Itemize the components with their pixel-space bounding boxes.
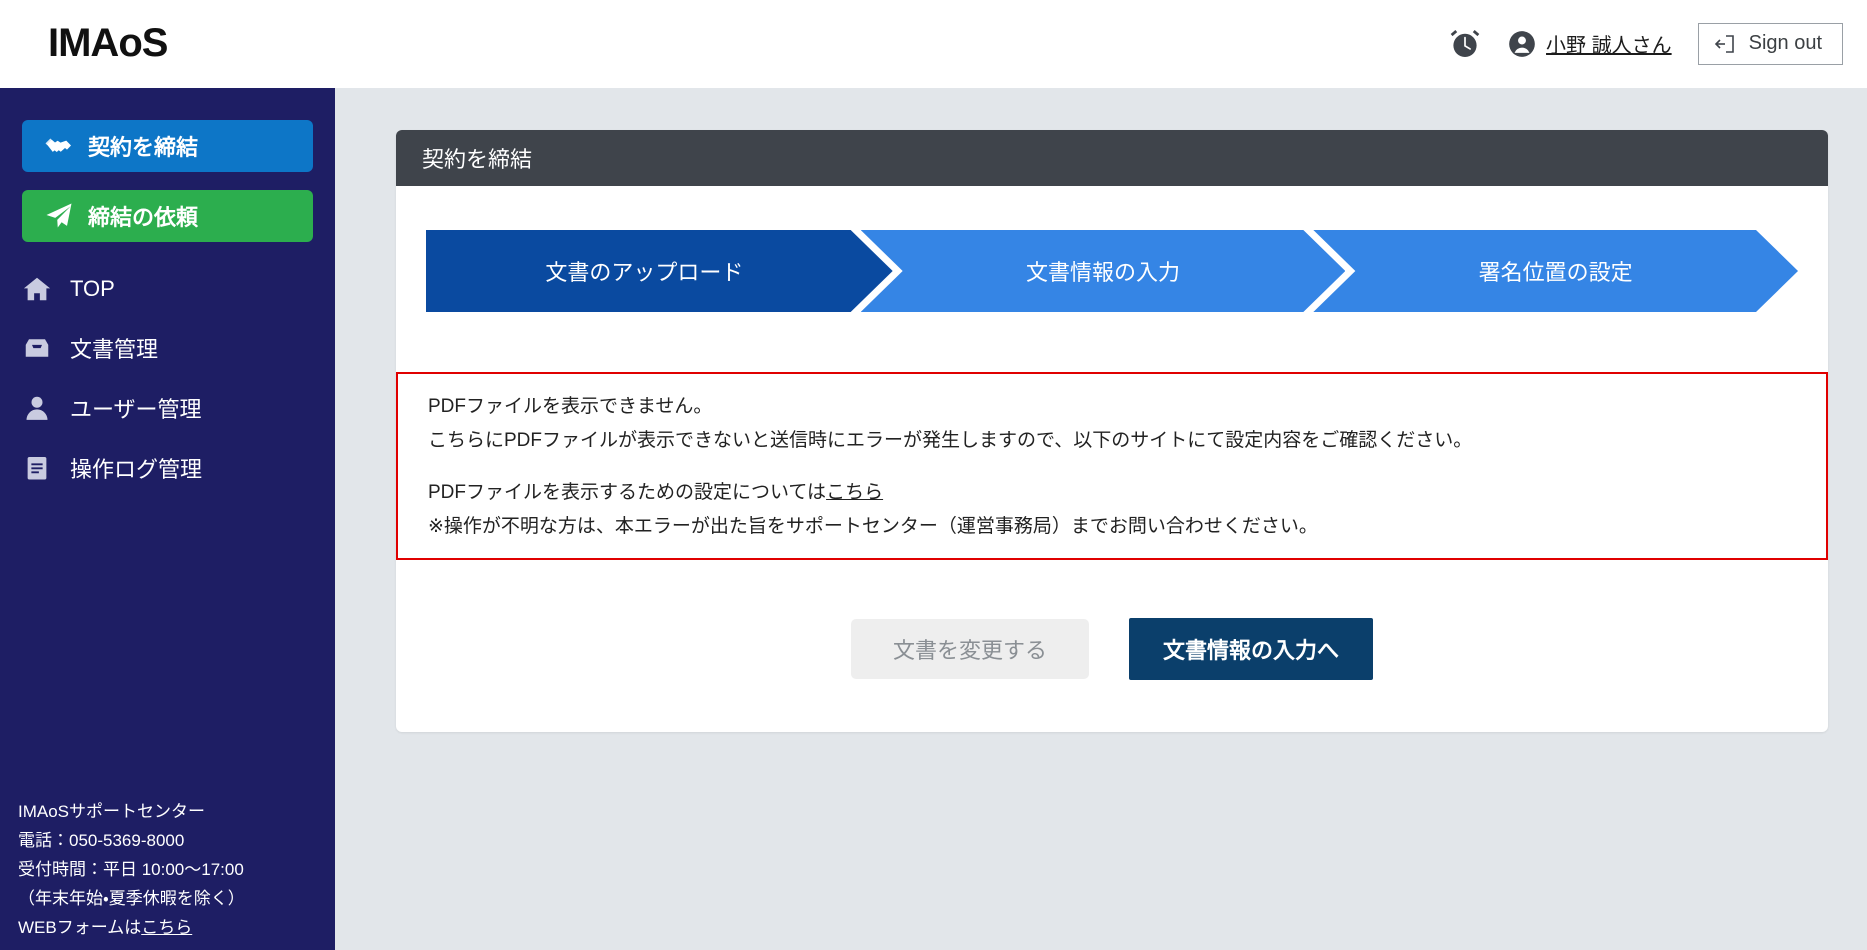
step-label: 署名位置の設定: [1479, 255, 1633, 287]
sidebar-item-top[interactable]: TOP: [0, 260, 335, 318]
main-content: 契約を締結 文書のアップロード 文書情報の入力 署名位置の設定 PDFファイルを…: [335, 88, 1867, 950]
app-header: IMAoS 小野 誠人さん: [0, 0, 1867, 88]
step-enter-document-info[interactable]: 文書情報の入力: [861, 230, 1346, 312]
paper-plane-icon: [44, 201, 74, 231]
sidebar-item-label: 操作ログ管理: [70, 452, 202, 484]
sidebar-button-label: 契約を締結: [88, 130, 198, 162]
app-logo: IMAoS: [48, 21, 167, 66]
support-phone: 電話：050-5369-8000: [18, 826, 335, 855]
panel-actions: 文書を変更する 文書情報の入力へ: [396, 560, 1828, 732]
error-line-3: PDFファイルを表示するための設定についてはこちら: [428, 476, 1828, 510]
webform-prefix: WEBフォームは: [18, 918, 141, 937]
alarm-clock-icon[interactable]: [1448, 27, 1482, 61]
sign-out-button[interactable]: Sign out: [1698, 23, 1843, 65]
error-line-3-prefix: PDFファイルを表示するための設定については: [428, 482, 826, 503]
step-label: 文書情報の入力: [1026, 255, 1180, 287]
sidebar-item-label: 文書管理: [70, 332, 158, 364]
step-set-signature-position[interactable]: 署名位置の設定: [1313, 230, 1798, 312]
pdf-error-message: PDFファイルを表示できません。 こちらにPDFファイルが表示できないと送信時に…: [396, 372, 1828, 560]
support-hours-note: （年末年始・夏季休暇を除く）: [18, 884, 335, 913]
webform-link[interactable]: こちら: [141, 918, 192, 937]
error-line-2: こちらにPDFファイルが表示できないと送信時にエラーが発生しますので、以下のサイ…: [428, 424, 1828, 458]
contract-panel: 契約を締結 文書のアップロード 文書情報の入力 署名位置の設定 PDFファイルを…: [396, 130, 1828, 732]
handshake-icon: [44, 131, 74, 161]
step-label: 文書のアップロード: [545, 255, 743, 287]
support-center-title: IMAoSサポートセンター: [18, 797, 335, 826]
sign-out-icon: [1713, 32, 1737, 56]
panel-header: 契約を締結: [396, 130, 1828, 186]
change-document-button[interactable]: 文書を変更する: [851, 619, 1089, 679]
error-line-4: ※操作が不明な方は、本エラーが出た旨をサポートセンター（運営事務局）までお問い合…: [428, 510, 1828, 544]
header-actions: 小野 誠人さん Sign out: [1448, 23, 1843, 65]
home-icon: [22, 274, 52, 304]
sidebar-button-label: 締結の依頼: [88, 200, 198, 232]
pdf-settings-link[interactable]: こちら: [826, 482, 883, 503]
support-hours: 受付時間：平日 10:00〜17:00: [18, 855, 335, 884]
panel-body: 文書のアップロード 文書情報の入力 署名位置の設定 PDFファイルを表示できませ…: [396, 230, 1828, 732]
notepad-icon: [22, 453, 52, 483]
error-line-1: PDFファイルを表示できません。: [428, 390, 1828, 424]
page-title: 契約を締結: [422, 142, 532, 174]
sidebar-item-document-management[interactable]: 文書管理: [0, 318, 335, 378]
steps-spacer: [396, 312, 1828, 372]
inbox-icon: [22, 333, 52, 363]
sidebar-button-conclude-contract[interactable]: 契約を締結: [22, 120, 313, 172]
sidebar-item-operation-log-management[interactable]: 操作ログ管理: [0, 438, 335, 498]
go-to-document-info-button[interactable]: 文書情報の入力へ: [1129, 618, 1373, 680]
sidebar: 契約を締結 締結の依頼 TOP 文書管理: [0, 88, 335, 950]
sign-out-label: Sign out: [1749, 32, 1822, 55]
step-upload-document[interactable]: 文書のアップロード: [426, 230, 893, 312]
user-icon: [22, 393, 52, 423]
sidebar-nav: TOP 文書管理 ユーザー管理: [0, 260, 335, 498]
step-indicator: 文書のアップロード 文書情報の入力 署名位置の設定: [426, 230, 1798, 312]
sidebar-item-user-management[interactable]: ユーザー管理: [0, 378, 335, 438]
user-name-link[interactable]: 小野 誠人さん: [1546, 29, 1672, 58]
webform-line: WEBフォームはこちら: [18, 913, 335, 942]
error-gap: [428, 458, 1828, 476]
sidebar-button-request-conclusion[interactable]: 締結の依頼: [22, 190, 313, 242]
user-block[interactable]: 小野 誠人さん: [1508, 29, 1672, 58]
user-avatar-icon: [1508, 30, 1536, 58]
sidebar-item-label: ユーザー管理: [70, 392, 202, 424]
sidebar-footer: IMAoSサポートセンター 電話：050-5369-8000 受付時間：平日 1…: [0, 797, 335, 942]
sidebar-item-label: TOP: [70, 276, 115, 302]
